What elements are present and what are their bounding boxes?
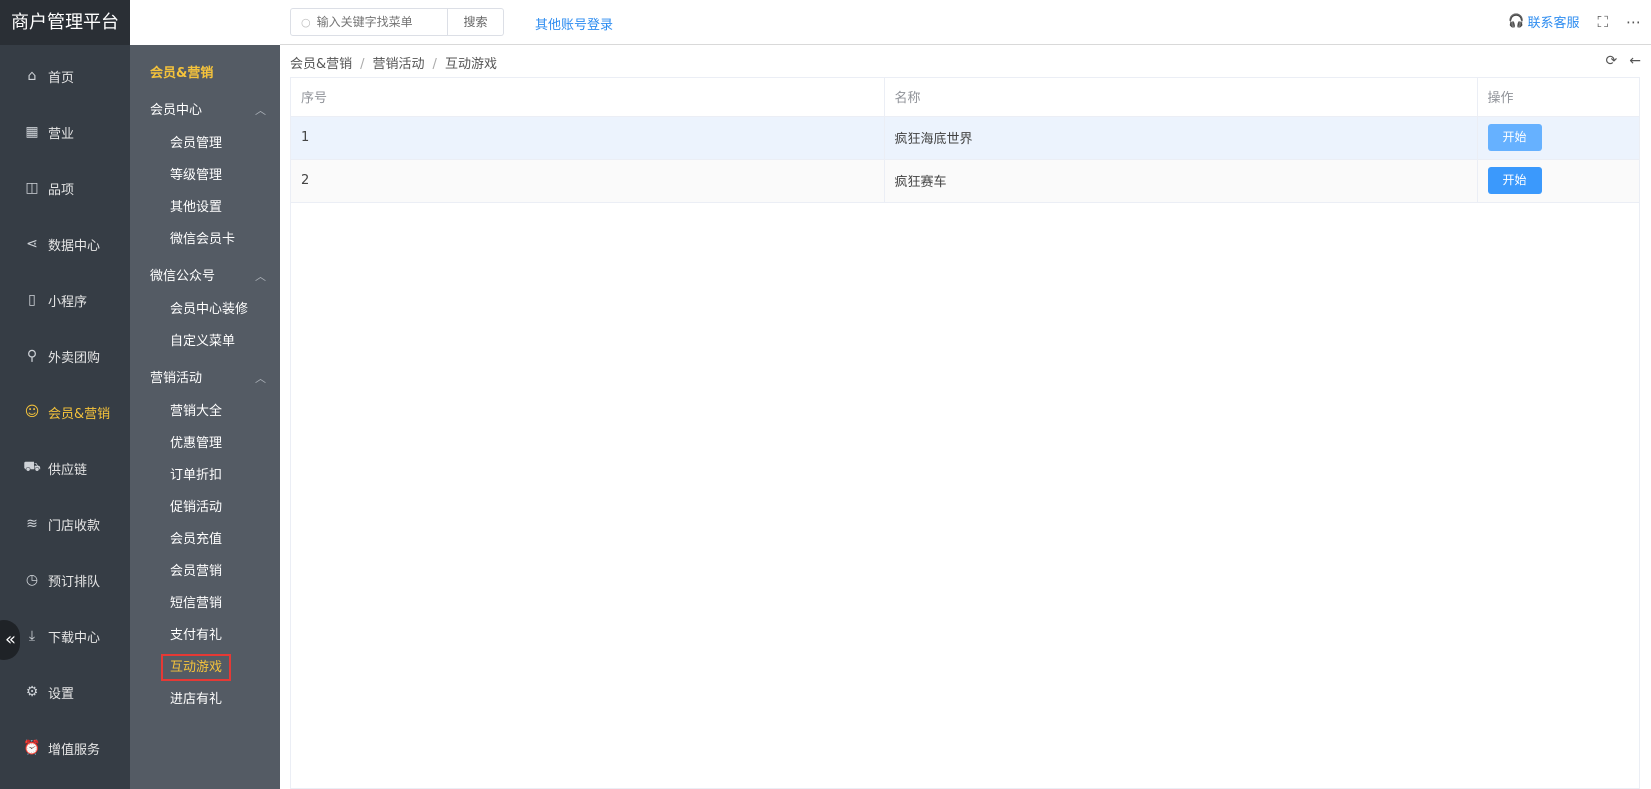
search-icon: ○ xyxy=(301,15,311,29)
nav-item-data-center[interactable]: ⋖ 数据中心 xyxy=(0,216,130,272)
column-header-action: 操作 xyxy=(1477,78,1639,117)
app-title: 商户管理平台 xyxy=(0,0,130,45)
column-header-index: 序号 xyxy=(291,78,885,117)
secondary-sidebar: 会员&营销 会员中心 ︿ 会员管理 等级管理 其他设置 微信会员卡 微信公众号 ︿ … xyxy=(130,45,280,789)
subnav-item-member-recharge[interactable]: 会员充值 xyxy=(130,524,280,556)
subnav-item-member-center-decoration[interactable]: 会员中心装修 xyxy=(130,294,280,326)
start-button[interactable]: 开始 xyxy=(1487,167,1542,194)
chevron-up-icon: ︿ xyxy=(255,104,266,117)
bag-icon: ◫ xyxy=(25,180,39,196)
subnav-item-order-discount[interactable]: 订单折扣 xyxy=(130,460,280,492)
subnav-item-interactive-games[interactable]: 互动游戏 xyxy=(130,652,280,684)
nav-item-member-marketing[interactable]: ☺ 会员&营销 xyxy=(0,384,130,440)
contact-support-link[interactable]: 🎧 联系客服 xyxy=(1508,12,1579,31)
search-box: ○ xyxy=(290,8,448,36)
nav-item-supply-chain[interactable]: ⛟ 供应链 xyxy=(0,440,130,496)
bike-icon: ⚲ xyxy=(26,348,38,364)
nav-item-business[interactable]: ▦ 营业 xyxy=(0,104,130,160)
cell-name: 疯狂赛车 xyxy=(884,159,1478,203)
nav-item-value-added[interactable]: ⏰ 增值服务 xyxy=(0,720,130,776)
calendar-icon: ▦ xyxy=(25,124,39,140)
table-row: 2 疯狂赛车 开始 xyxy=(291,159,1639,203)
group-member-center[interactable]: 会员中心 ︿ xyxy=(130,94,280,128)
double-chevron-left-icon: « xyxy=(4,629,16,650)
fullscreen-icon[interactable]: ⛶ xyxy=(1597,13,1608,31)
headset-icon: 🎧 xyxy=(1508,14,1525,29)
more-icon[interactable]: ⋯ xyxy=(1626,13,1641,31)
games-table: 序号 名称 操作 1 疯狂海底世界 开始 2 疯狂赛车 开始 xyxy=(290,77,1640,789)
subnav-item-payment-gift[interactable]: 支付有礼 xyxy=(130,620,280,652)
top-right-tools: 🎧 联系客服 ⛶ ⋯ xyxy=(1508,12,1641,32)
subnav-item-member-marketing[interactable]: 会员营销 xyxy=(130,556,280,588)
subnav-item-level-management[interactable]: 等级管理 xyxy=(130,160,280,192)
nav-item-settings[interactable]: ⚙ 设置 xyxy=(0,664,130,720)
alarm-icon: ⏰ xyxy=(23,740,41,756)
table-header: 序号 名称 操作 xyxy=(291,78,1639,117)
search-button[interactable]: 搜索 xyxy=(448,8,504,36)
database-icon: ≋ xyxy=(26,516,38,532)
chevron-up-icon: ︿ xyxy=(255,270,266,283)
nav-item-takeout[interactable]: ⚲ 外卖团购 xyxy=(0,328,130,384)
subnav-item-wechat-card[interactable]: 微信会员卡 xyxy=(130,224,280,256)
subnav-item-marketing-all[interactable]: 营销大全 xyxy=(130,396,280,428)
nav-item-store-payment[interactable]: ≋ 门店收款 xyxy=(0,496,130,552)
primary-sidebar: 商户管理平台 ⌂ 首页 ▦ 营业 ◫ 品项 ⋖ 数据中心 ▯ 小程序 ⚲ 外卖团购 ☺ 会员&… xyxy=(0,0,130,789)
subnav-item-promotions[interactable]: 促销活动 xyxy=(130,492,280,524)
subnav-item-custom-menu[interactable]: 自定义菜单 xyxy=(130,326,280,358)
table-row: 1 疯狂海底世界 开始 xyxy=(291,116,1639,160)
group-wechat-official[interactable]: 微信公众号 ︿ xyxy=(130,260,280,294)
search-input[interactable] xyxy=(316,15,437,29)
back-arrow-icon[interactable]: ← xyxy=(1629,53,1641,69)
start-button[interactable]: 开始 xyxy=(1487,124,1542,151)
primary-nav: ⌂ 首页 ▦ 营业 ◫ 品项 ⋖ 数据中心 ▯ 小程序 ⚲ 外卖团购 ☺ 会员&营销 ⛟ 供应链… xyxy=(0,48,130,776)
nav-item-reservation[interactable]: ◷ 预订排队 xyxy=(0,552,130,608)
main-content: 会员&营销 / 营销活动 / 互动游戏 ⟳ ← 序号 名称 操作 1 疯狂海底世界 开始 xyxy=(280,45,1651,789)
subnav-item-sms-marketing[interactable]: 短信营销 xyxy=(130,588,280,620)
column-header-name: 名称 xyxy=(884,78,1478,117)
phone-icon: ▯ xyxy=(28,292,36,308)
home-icon: ⌂ xyxy=(27,68,37,84)
refresh-icon[interactable]: ⟳ xyxy=(1606,53,1618,69)
breadcrumb-current: 互动游戏 xyxy=(444,57,497,72)
section-title: 会员&营销 xyxy=(150,66,214,81)
chevron-up-icon: ︿ xyxy=(255,372,266,385)
cell-index: 1 xyxy=(291,116,885,160)
nav-item-products[interactable]: ◫ 品项 xyxy=(0,160,130,216)
page-tools: ⟳ ← xyxy=(1606,53,1641,69)
subnav-item-member-management[interactable]: 会员管理 xyxy=(130,128,280,160)
nav-item-mini-program[interactable]: ▯ 小程序 xyxy=(0,272,130,328)
other-account-login-link[interactable]: 其他账号登录 xyxy=(535,14,613,33)
cell-index: 2 xyxy=(291,159,885,203)
subnav-item-coupon-management[interactable]: 优惠管理 xyxy=(130,428,280,460)
subnav-item-store-visit-gift[interactable]: 进店有礼 xyxy=(130,684,280,716)
share-icon: ⋖ xyxy=(26,236,38,252)
nav-item-home[interactable]: ⌂ 首页 xyxy=(0,48,130,104)
truck-icon: ⛟ xyxy=(23,459,41,475)
breadcrumb-item[interactable]: 会员&营销 xyxy=(290,57,352,72)
clock-icon: ◷ xyxy=(25,572,39,588)
breadcrumb: 会员&营销 / 营销活动 / 互动游戏 xyxy=(290,57,497,72)
subnav-item-other-settings[interactable]: 其他设置 xyxy=(130,192,280,224)
group-marketing-activities[interactable]: 营销活动 ︿ xyxy=(130,362,280,396)
user-icon: ☺ xyxy=(24,404,40,420)
top-bar: ○ 搜索 其他账号登录 🎧 联系客服 ⛶ ⋯ xyxy=(280,0,1651,45)
cell-name: 疯狂海底世界 xyxy=(884,116,1478,160)
download-icon: ⤓ xyxy=(28,628,36,644)
breadcrumb-item[interactable]: 营销活动 xyxy=(373,57,425,72)
gear-icon: ⚙ xyxy=(25,684,39,700)
